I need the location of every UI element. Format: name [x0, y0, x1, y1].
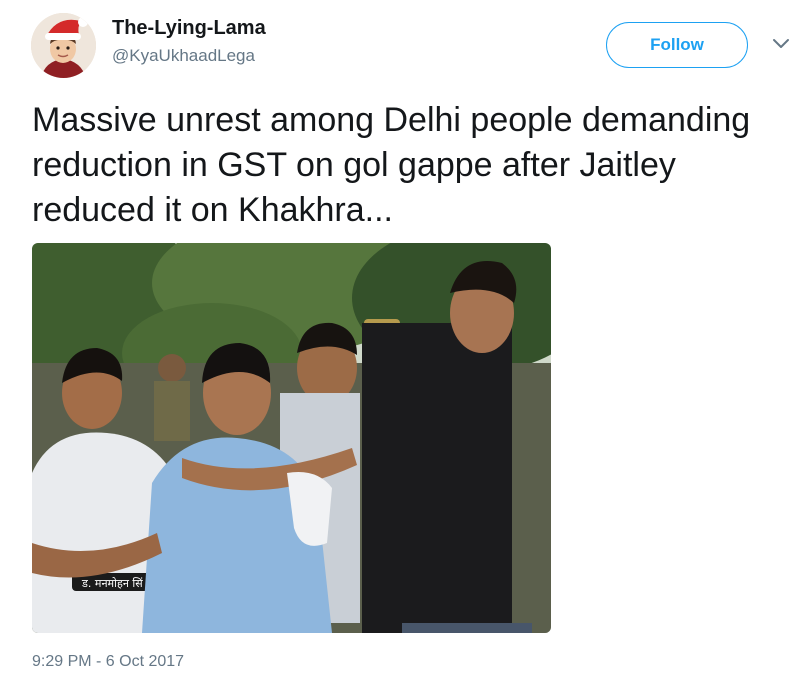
avatar-image: [31, 13, 96, 78]
tweet-timestamp[interactable]: 9:29 PM - 6 Oct 2017: [32, 653, 184, 671]
author-avatar[interactable]: [31, 13, 96, 78]
tweet-photo[interactable]: ड. मनमोहन सिं: [32, 243, 551, 633]
author-handle[interactable]: @KyaUkhaadLega: [112, 45, 266, 67]
author-info: The-Lying-Lama @KyaUkhaadLega: [112, 16, 266, 67]
follow-button[interactable]: Follow: [606, 22, 748, 68]
tweet-text: Massive unrest among Delhi people demand…: [32, 101, 751, 229]
protest-photo-image: ड. मनमोहन सिं: [32, 243, 551, 633]
author-display-name[interactable]: The-Lying-Lama: [112, 16, 266, 40]
tweet-card: The-Lying-Lama @KyaUkhaadLega Follow Mas…: [0, 0, 801, 693]
chevron-down-icon[interactable]: [772, 38, 790, 50]
photo-caption-text: ड. मनमोहन सिं: [81, 577, 143, 590]
